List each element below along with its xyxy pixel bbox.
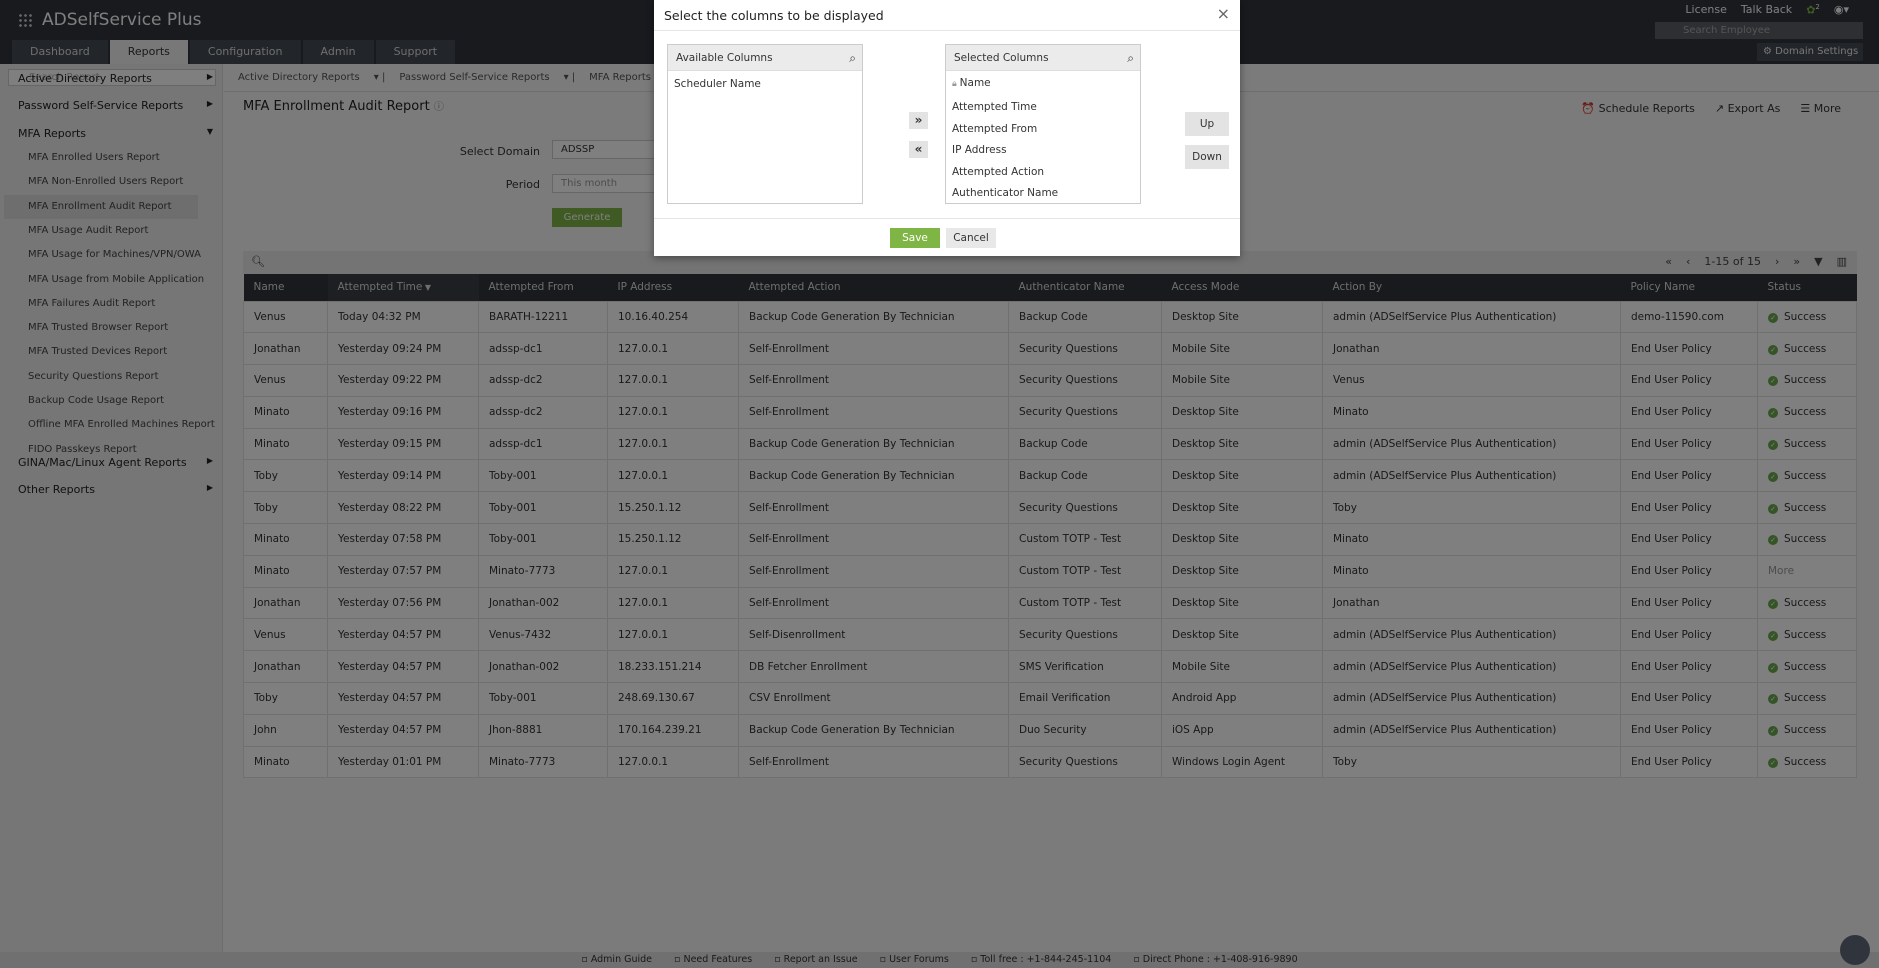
close-icon[interactable]: × [1217,4,1230,23]
selected-column-item[interactable]: Attempted From [946,119,1140,141]
selected-column-item[interactable]: Attempted Time [946,97,1140,119]
remove-column-button[interactable]: « [909,141,928,158]
divider [654,218,1240,219]
available-column-item[interactable]: Scheduler Name [668,74,862,96]
chat-icon[interactable] [1840,935,1870,965]
divider [654,30,1240,31]
available-columns-title: Available Columns [676,52,773,64]
selected-column-item[interactable]: Attempted Action [946,162,1140,184]
selected-column-item[interactable]: IP Address [946,140,1140,162]
save-button[interactable]: Save [890,228,940,248]
dialog-title: Select the columns to be displayed [664,8,884,23]
selected-column-label: IP Address [952,144,1007,156]
selected-column-item[interactable]: 🔒︎ Name [946,73,1140,97]
selected-columns-header: Selected Columns ⌕ [946,45,1140,71]
available-columns-list[interactable]: Available Columns ⌕ Scheduler Name [667,44,863,204]
selected-column-item[interactable]: Authenticator Name [946,183,1140,203]
available-columns-header: Available Columns ⌕ [668,45,862,71]
search-icon[interactable]: ⌕ [849,45,856,71]
lock-icon: 🔒︎ [952,79,960,89]
selected-column-label: Name [959,77,991,89]
selected-column-label: Attempted From [952,122,1038,135]
move-up-button[interactable]: Up [1185,112,1229,136]
selected-columns-title: Selected Columns [954,52,1049,64]
add-column-button[interactable]: » [909,112,928,129]
search-icon[interactable]: ⌕ [1127,45,1134,71]
selected-column-label: Authenticator Name [952,187,1059,199]
move-down-button[interactable]: Down [1185,145,1229,169]
column-chooser-dialog: Select the columns to be displayed × Ava… [654,0,1240,256]
selected-column-label: Attempted Action [952,165,1045,178]
selected-column-label: Attempted Time [952,101,1037,113]
cancel-button[interactable]: Cancel [946,228,996,248]
selected-columns-list[interactable]: Selected Columns ⌕ 🔒︎ Name Attempted Time A… [945,44,1141,204]
